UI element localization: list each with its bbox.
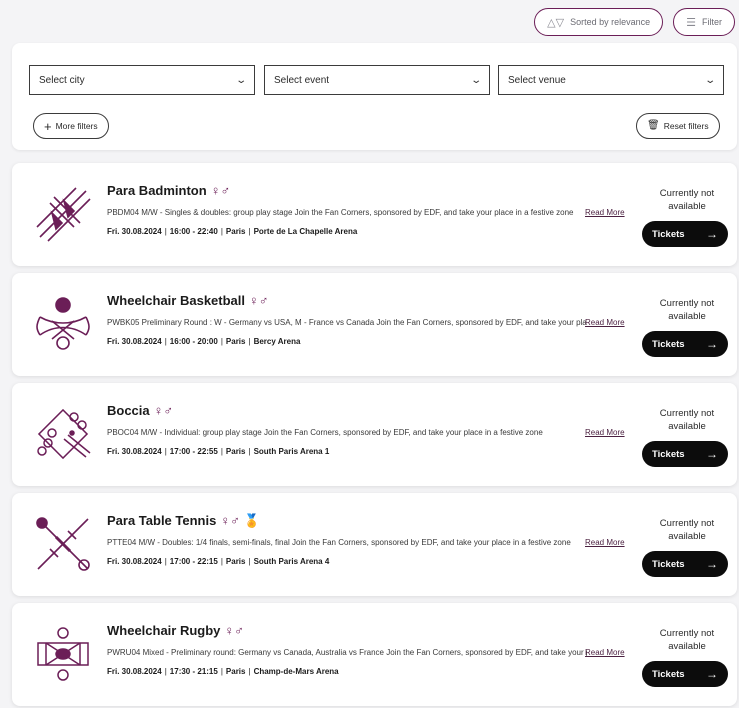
event-city: Paris: [225, 227, 246, 236]
sliders-icon: ☰: [686, 16, 696, 29]
event-card-para-table-tennis: Para Table Tennis ♀♂ 🏅 PTTE04 M/W - Doubl…: [12, 493, 737, 596]
sort-button[interactable]: △▽ Sorted by relevance: [534, 8, 664, 36]
availability-status: Currently not available: [659, 628, 715, 652]
event-time: 17:30 - 21:15: [169, 667, 218, 676]
table-tennis-pictogram-icon: [36, 517, 90, 571]
event-date: Fri. 30.08.2024: [107, 227, 162, 236]
tickets-button[interactable]: Tickets →: [642, 221, 728, 247]
arrow-right-icon: →: [706, 557, 718, 571]
gender-icon: ♀♂: [224, 623, 244, 638]
event-meta: Fri. 30.08.2024 | 16:00 - 20:00 | Paris | Berc…: [107, 337, 301, 346]
event-card-wheelchair-rugby: Wheelchair Rugby ♀♂ PWRU04 Mixed - Prelim…: [12, 603, 737, 706]
event-date: Fri. 30.08.2024: [107, 447, 162, 456]
event-meta: Fri. 30.08.2024 | 17:00 - 22:15 | Paris | Sout…: [107, 557, 330, 566]
tickets-button[interactable]: Tickets →: [642, 331, 728, 357]
gender-icon: ♀♂: [210, 183, 231, 198]
event-meta: Fri. 30.08.2024 | 17:00 - 22:55 | Paris | Sout…: [107, 447, 330, 456]
event-date: Fri. 30.08.2024: [107, 557, 162, 566]
wheelchair-basketball-pictogram-icon: [36, 297, 90, 350]
filter-label: Filter: [702, 17, 722, 27]
availability-status: Currently not available: [659, 518, 715, 542]
arrow-right-icon: →: [706, 227, 718, 241]
availability-status: Currently not available: [659, 298, 715, 322]
tickets-label: Tickets: [652, 338, 685, 350]
event-card-boccia: Boccia ♀♂ PBOC04 M/W - Individual: group …: [12, 383, 737, 486]
event-date: Fri. 30.08.2024: [107, 337, 162, 346]
filter-button[interactable]: ☰ Filter: [673, 8, 735, 36]
more-filters-label: More filters: [55, 121, 98, 131]
event-description: PWRU04 Mixed - Preliminary round: German…: [107, 648, 587, 657]
event-description: PWBK05 Preliminary Round : W - Germany v…: [107, 318, 587, 327]
venue-select[interactable]: Select venue ⌄: [498, 65, 724, 95]
event-title: Para Badminton ♀♂: [107, 183, 231, 198]
event-time: 16:00 - 20:00: [169, 337, 218, 346]
read-more-link[interactable]: Read More: [585, 318, 625, 327]
event-select[interactable]: Select event ⌄: [264, 65, 490, 95]
arrow-right-icon: →: [706, 447, 718, 461]
badminton-pictogram-icon: [36, 187, 91, 242]
tickets-button[interactable]: Tickets →: [642, 661, 728, 687]
city-select-value: Select city: [39, 74, 85, 86]
event-time: 17:00 - 22:55: [169, 447, 218, 456]
event-city: Paris: [225, 557, 246, 566]
event-meta: Fri. 30.08.2024 | 16:00 - 22:40 | Paris | Port…: [107, 227, 358, 236]
gender-icon: ♀♂: [153, 403, 174, 418]
availability-status: Currently not available: [659, 188, 715, 212]
event-title: Boccia ♀♂: [107, 403, 174, 418]
event-select-value: Select event: [274, 74, 330, 86]
event-meta: Fri. 30.08.2024 | 17:30 - 21:15 | Paris | Cham…: [107, 667, 339, 676]
read-more-link[interactable]: Read More: [585, 208, 625, 217]
tickets-label: Tickets: [652, 228, 685, 240]
availability-status: Currently not available: [659, 408, 715, 432]
event-city: Paris: [225, 667, 246, 676]
event-venue: South Paris Arena 1: [253, 447, 330, 456]
arrow-right-icon: →: [706, 337, 718, 351]
event-title: Para Table Tennis ♀♂ 🏅: [107, 513, 260, 528]
event-city: Paris: [225, 447, 246, 456]
event-title: Wheelchair Basketball ♀♂: [107, 293, 269, 308]
arrow-right-icon: →: [706, 667, 718, 681]
read-more-link[interactable]: Read More: [585, 428, 625, 437]
read-more-link[interactable]: Read More: [585, 538, 625, 547]
reset-filters-label: Reset filters: [663, 121, 709, 131]
trash-icon: 🗑: [647, 120, 660, 131]
venue-select-value: Select venue: [508, 74, 566, 86]
tickets-button[interactable]: Tickets →: [642, 441, 728, 467]
sort-label: Sorted by relevance: [570, 17, 651, 27]
event-venue: Champ-de-Mars Arena: [253, 667, 339, 676]
tickets-label: Tickets: [652, 448, 685, 460]
tickets-button[interactable]: Tickets →: [642, 551, 728, 577]
event-title: Wheelchair Rugby ♀♂: [107, 623, 244, 638]
event-description: PTTE04 M/W - Doubles: 1/4 finals, semi-f…: [107, 538, 571, 547]
event-venue: Porte de La Chapelle Arena: [253, 227, 358, 236]
event-venue: South Paris Arena 4: [253, 557, 330, 566]
city-select[interactable]: Select city ⌄: [29, 65, 255, 95]
wheelchair-rugby-pictogram-icon: [37, 627, 89, 681]
gender-icon: ♀♂: [249, 293, 269, 308]
event-card-wheelchair-basketball: Wheelchair Basketball ♀♂ PWBK05 Prelimina…: [12, 273, 737, 376]
chevron-down-icon: ⌄: [234, 74, 247, 86]
gender-medal-icon: ♀♂ 🏅: [220, 513, 260, 528]
event-venue: Bercy Arena: [253, 337, 301, 346]
more-filters-button[interactable]: + More filters: [33, 113, 109, 139]
event-card-para-badminton: Para Badminton ♀♂ PBDM04 M/W - Singles & …: [12, 163, 737, 266]
event-date: Fri. 30.08.2024: [107, 667, 162, 676]
sort-icon: △▽: [547, 16, 565, 29]
tickets-label: Tickets: [652, 558, 685, 570]
event-time: 16:00 - 22:40: [169, 227, 218, 236]
chevron-down-icon: ⌄: [469, 74, 482, 86]
plus-icon: +: [44, 118, 52, 134]
boccia-pictogram-icon: [37, 408, 91, 460]
tickets-label: Tickets: [652, 668, 685, 680]
results-toolbar: △▽ Sorted by relevance ☰ Filter: [0, 8, 739, 36]
reset-filters-button[interactable]: 🗑 Reset filters: [636, 113, 720, 139]
read-more-link[interactable]: Read More: [585, 648, 625, 657]
event-city: Paris: [225, 337, 246, 346]
filters-panel: Select city ⌄ Select event ⌄ Select venu…: [12, 43, 737, 150]
chevron-down-icon: ⌄: [703, 74, 716, 86]
event-time: 17:00 - 22:15: [169, 557, 218, 566]
event-description: PBOC04 M/W - Individual: group play stag…: [107, 428, 543, 437]
event-description: PBDM04 M/W - Singles & doubles: group pl…: [107, 208, 574, 217]
